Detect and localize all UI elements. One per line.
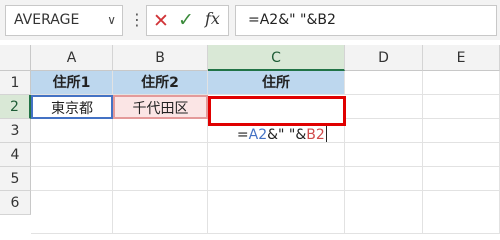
name-box-value: AVERAGE [14,12,80,28]
cell-d3[interactable] [345,119,423,143]
select-all-corner[interactable] [0,45,31,71]
cell-a1[interactable]: 住所1 [31,71,113,95]
cell-e4[interactable] [423,143,500,167]
row-header-1[interactable]: 1 [0,71,31,95]
column-header-e[interactable]: E [423,45,500,71]
cell-c1[interactable]: 住所 [208,71,345,95]
row-header-5[interactable]: 5 [0,167,31,191]
cell-a5[interactable] [31,167,113,191]
cell-c4[interactable] [208,143,345,167]
column-header-b[interactable]: B [113,45,208,71]
formula-bar-input[interactable]: =A2&" "&B2 [235,5,497,36]
cell-d5[interactable] [345,167,423,191]
cell-d4[interactable] [345,143,423,167]
column-header-c[interactable]: C [208,45,345,71]
name-box[interactable]: AVERAGE ∨ [5,5,123,36]
enter-check-icon[interactable]: ✓ [178,9,194,31]
cell-e1[interactable] [423,71,500,95]
chevron-down-icon[interactable]: ∨ [107,6,116,35]
cell-e5[interactable] [423,167,500,191]
cell-c5[interactable] [208,167,345,191]
insert-function-button[interactable]: fx [205,9,220,28]
cell-b4[interactable] [113,143,208,167]
column-header-d[interactable]: D [345,45,423,71]
cell-d2[interactable] [346,95,423,119]
cell-b5[interactable] [113,167,208,191]
cell-e6[interactable] [423,191,500,234]
cell-b3[interactable] [113,119,208,143]
cell-e2[interactable] [423,95,500,119]
row-header-6[interactable]: 6 [0,191,31,215]
cell-e3[interactable] [423,119,500,143]
row-header-3[interactable]: 3 [0,119,31,143]
cell-d1[interactable] [345,71,423,95]
column-header-a[interactable]: A [31,45,113,71]
cell-b2[interactable]: 千代田区 [113,95,208,119]
formula-actions: ✕ ✓ fx [146,5,229,36]
cell-b1[interactable]: 住所2 [113,71,208,95]
vertical-dots-icon[interactable]: ⋮ [129,7,145,33]
cell-d6[interactable] [345,191,423,234]
cell-c2-editing[interactable]: =A2&" "&B2 [208,96,346,143]
cell-b6[interactable] [113,191,208,234]
row-header-4[interactable]: 4 [0,143,31,167]
cell-c6[interactable] [208,191,345,234]
cell-a6[interactable] [31,191,113,234]
cell-c3[interactable] [208,126,345,143]
cell-a2[interactable]: 東京都 [31,95,113,119]
cell-a4[interactable] [31,143,113,167]
cancel-x-icon[interactable]: ✕ [153,10,169,32]
row-header-2[interactable]: 2 [0,95,31,119]
cell-a3[interactable] [31,119,113,143]
